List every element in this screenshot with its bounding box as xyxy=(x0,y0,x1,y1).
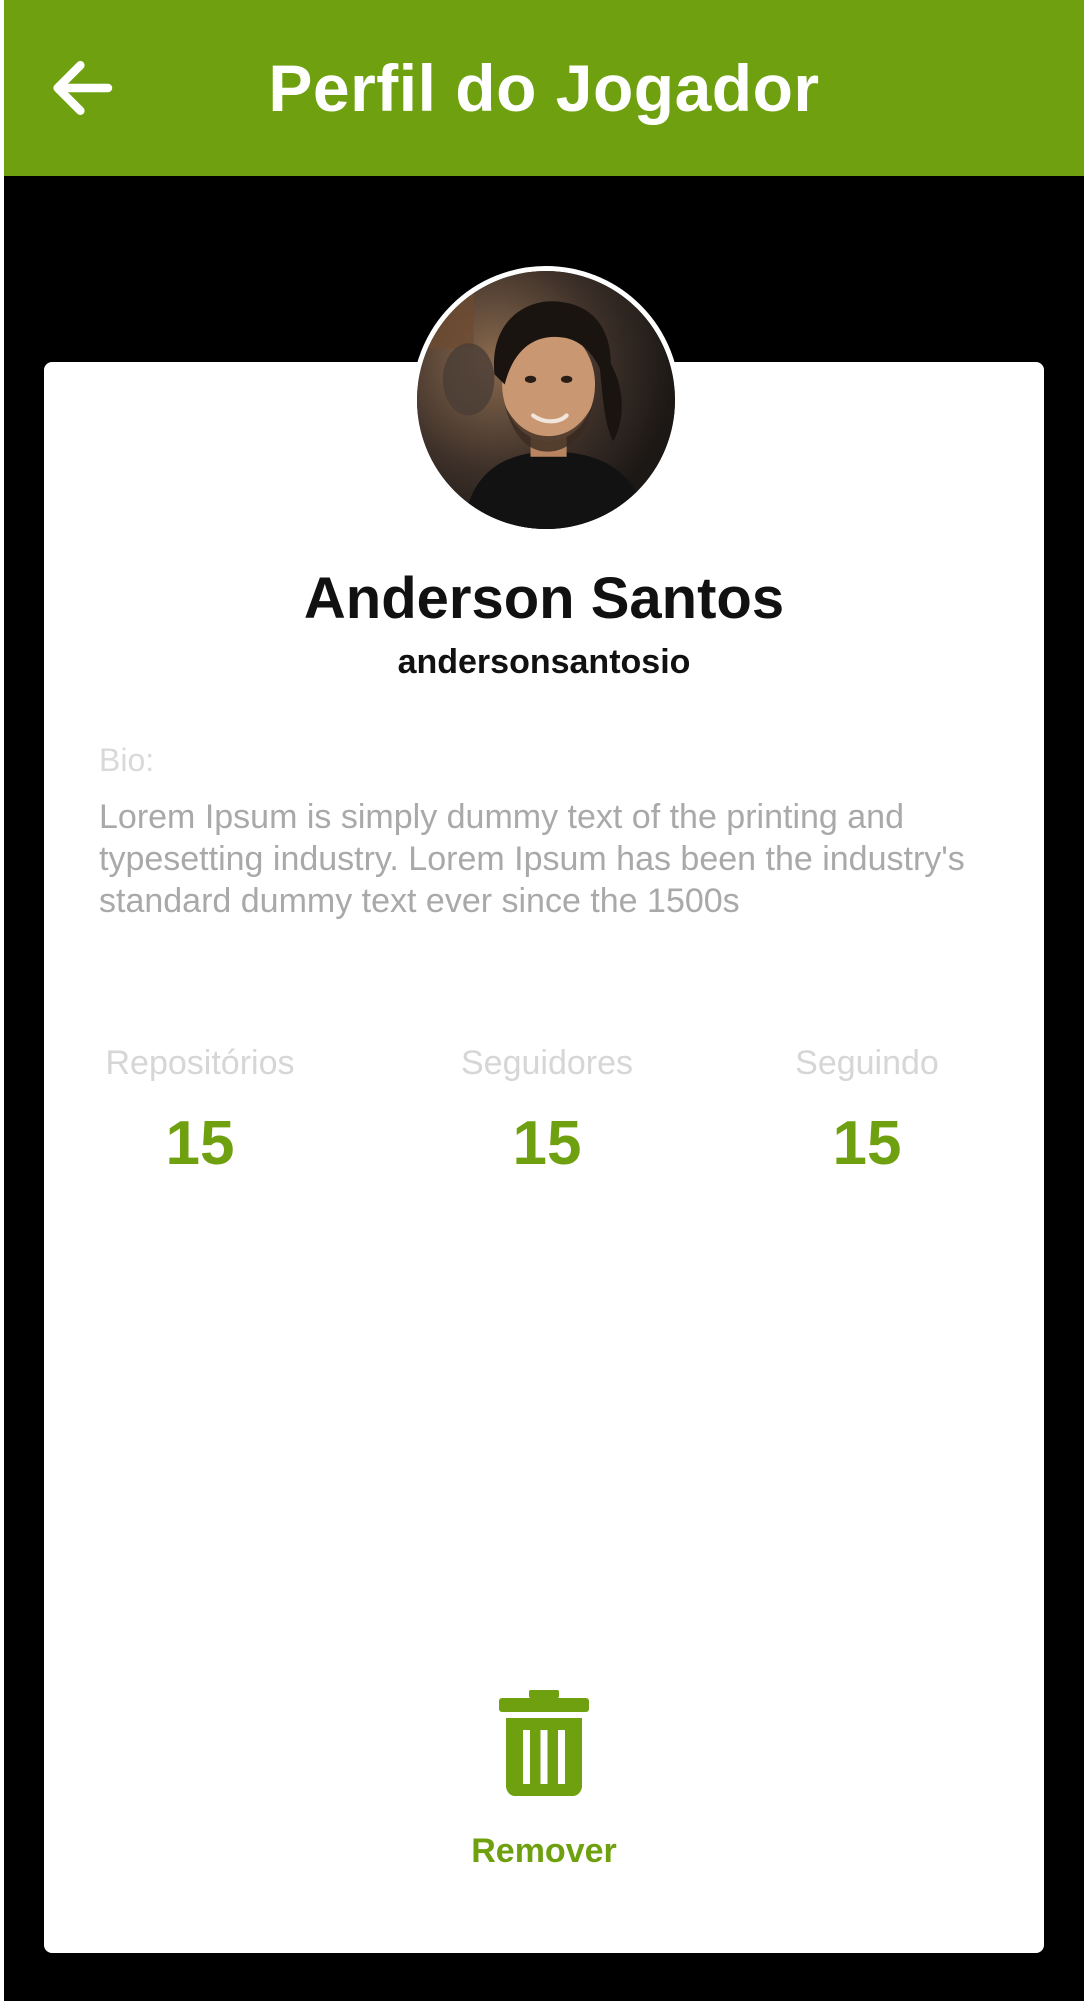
stat-repositories: Repositórios 15 xyxy=(50,1040,350,1180)
stat-label: Seguindo xyxy=(795,1044,939,1082)
stat-followers: Seguidores 15 xyxy=(397,1040,697,1180)
stat-label: Repositórios xyxy=(105,1044,295,1082)
app-screen: Perfil do Jogador Anderson Santos anders… xyxy=(4,0,1084,2001)
player-username: andersonsantosio xyxy=(397,643,691,681)
avatar xyxy=(412,266,680,534)
remove-label: Remover xyxy=(471,1832,617,1870)
stat-value: 15 xyxy=(832,1109,902,1178)
trash-icon xyxy=(499,1690,589,1796)
player-name: Anderson Santos xyxy=(303,566,785,631)
stat-following: Seguindo 15 xyxy=(717,1040,1017,1180)
stat-value: 15 xyxy=(165,1109,235,1178)
bio-text: Lorem Ipsum is simply dummy text of the … xyxy=(99,798,965,920)
remove-button[interactable]: Remover xyxy=(444,1690,644,1880)
stat-label: Seguidores xyxy=(460,1044,633,1082)
bio-label: Bio: xyxy=(99,742,155,778)
app-bar: Perfil do Jogador xyxy=(4,0,1084,176)
stat-value: 15 xyxy=(512,1109,582,1178)
page-title: Perfil do Jogador xyxy=(268,51,820,125)
